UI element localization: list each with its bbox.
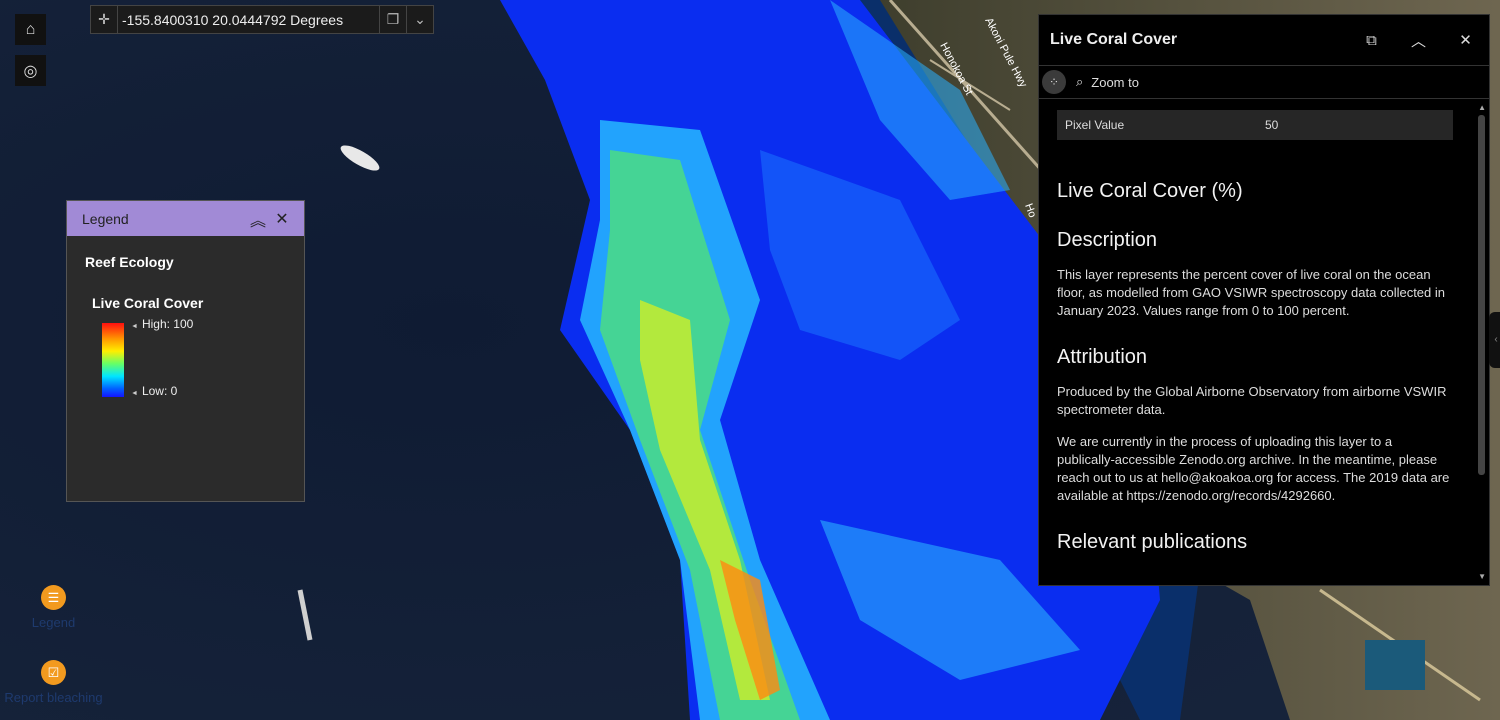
- copy-icon[interactable]: ❐: [379, 6, 406, 33]
- locate-icon: ◎: [23, 62, 38, 80]
- legend-panel: Legend ︽ ✕ Reef Ecology Live Coral Cover…: [66, 200, 305, 502]
- close-icon[interactable]: ✕: [270, 209, 294, 229]
- attribution-heading: Attribution: [1057, 346, 1148, 368]
- collapse-icon[interactable]: ︿: [1395, 30, 1442, 51]
- report-bleaching-action[interactable]: ☑ Report bleaching: [0, 660, 107, 705]
- grid-icon[interactable]: ⁘: [1042, 70, 1066, 94]
- publications-heading: Relevant publications: [1057, 531, 1248, 553]
- dock-icon[interactable]: ⧉: [1348, 32, 1395, 49]
- home-icon: ⌂: [25, 20, 36, 38]
- panel-heading: Live Coral Cover (%): [1057, 180, 1243, 202]
- legend-color-ramp: ◄ High: 100 ◄ Low: 0: [102, 317, 304, 398]
- panel-title: Live Coral Cover: [1050, 31, 1178, 48]
- attribution-text-1: Produced by the Global Airborne Observat…: [1057, 384, 1447, 417]
- home-button[interactable]: ⌂: [15, 14, 46, 45]
- locate-button[interactable]: ◎: [15, 55, 46, 86]
- close-icon[interactable]: ✕: [1442, 31, 1489, 49]
- color-ramp: [102, 323, 124, 397]
- chevron-down-icon[interactable]: ⌄: [406, 6, 433, 33]
- popup-panel: Live Coral Cover ⧉ ︿ ✕ ⁘ ⌕ Zoom to Pixel…: [1038, 14, 1490, 586]
- legend-header: Legend ︽ ✕: [67, 201, 304, 236]
- chevron-left-icon: ‹: [1494, 334, 1498, 345]
- scroll-up-icon[interactable]: ▲: [1478, 103, 1486, 112]
- report-bleaching-label: Report bleaching: [4, 690, 103, 705]
- coordinate-readout: -155.8400310 20.0444792 Degrees: [122, 11, 344, 28]
- pixel-value-row: Pixel Value 50: [1057, 110, 1453, 140]
- legend-action-label: Legend: [31, 615, 76, 630]
- pixel-value: 50: [1265, 118, 1279, 132]
- checklist-icon: ☑: [41, 660, 66, 685]
- side-panel-toggle[interactable]: ‹: [1489, 312, 1500, 368]
- expand-collapse-icon[interactable]: ︽: [246, 207, 270, 231]
- description-heading: Description: [1057, 229, 1158, 251]
- legend-action[interactable]: ☰ Legend: [0, 585, 107, 630]
- crosshair-icon[interactable]: ✛: [91, 6, 118, 33]
- panel-header: Live Coral Cover ⧉ ︿ ✕: [1039, 15, 1489, 66]
- legend-title: Legend: [82, 210, 129, 227]
- description-text: This layer represents the percent cover …: [1057, 267, 1446, 318]
- coordinate-widget: ✛ -155.8400310 20.0444792 Degrees ❐ ⌄: [90, 5, 434, 34]
- legend-low-label: ◄ Low: 0: [131, 384, 178, 398]
- list-icon: ☰: [41, 585, 66, 610]
- pixel-value-key: Pixel Value: [1065, 118, 1125, 132]
- legend-layer-group: Reef Ecology: [85, 254, 174, 270]
- attribution-text-2: We are currently in the process of uploa…: [1057, 434, 1450, 503]
- legend-layer-name: Live Coral Cover: [92, 295, 204, 311]
- zoom-icon[interactable]: ⌕: [1076, 74, 1083, 90]
- panel-body: Pixel Value 50 Live Coral Cover (%) Desc…: [1039, 98, 1487, 585]
- panel-toolbar: ⁘ ⌕ Zoom to: [1039, 66, 1489, 99]
- legend-high-label: ◄ High: 100: [131, 317, 194, 331]
- scroll-down-icon[interactable]: ▼: [1478, 572, 1486, 581]
- panel-scrollbar[interactable]: [1478, 115, 1485, 475]
- zoom-to-button[interactable]: Zoom to: [1091, 75, 1139, 90]
